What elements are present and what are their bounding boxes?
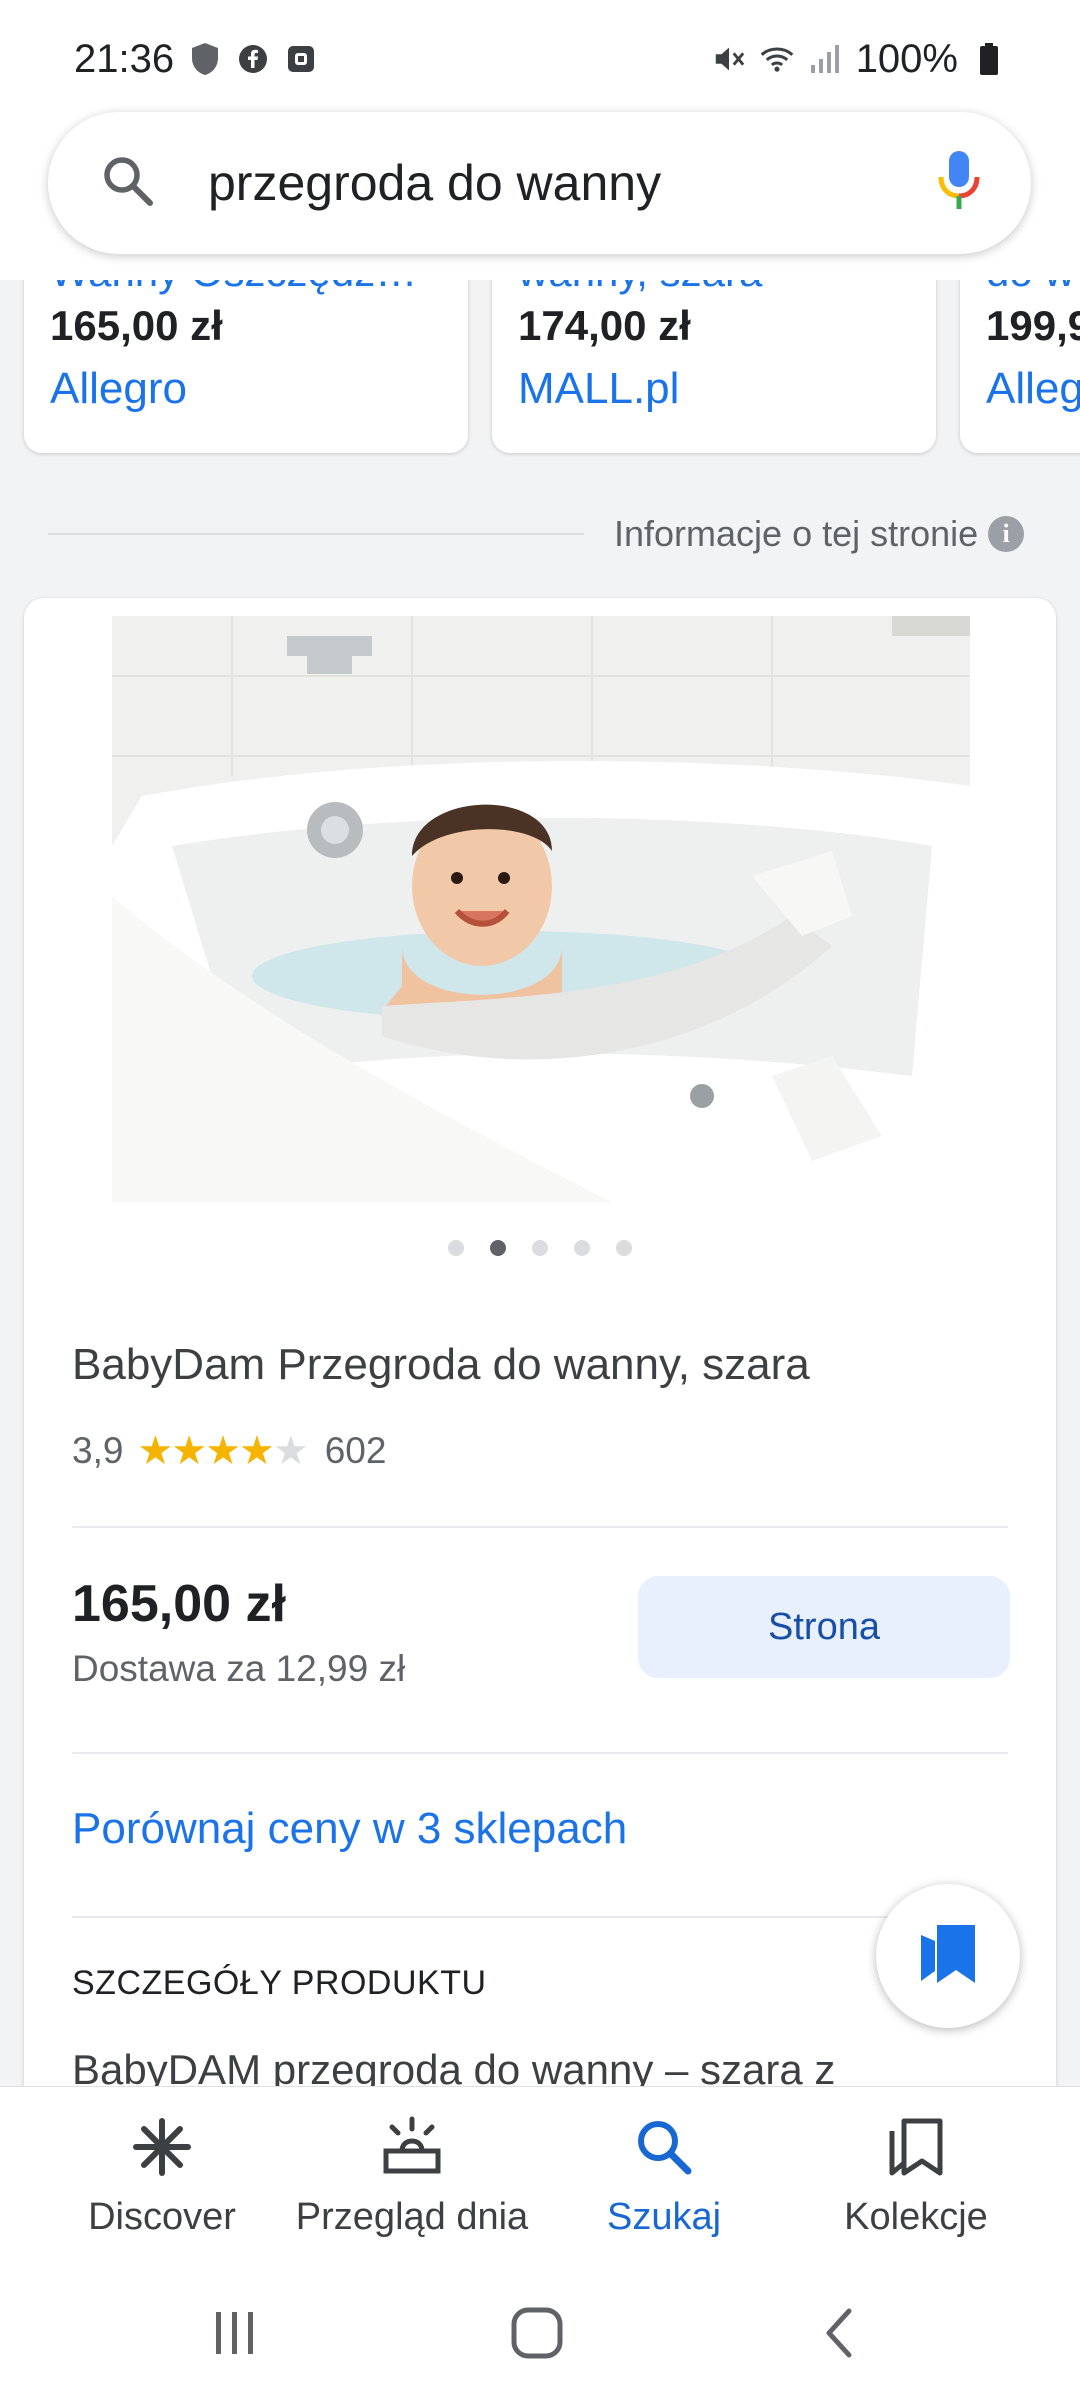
nav-label: Kolekcje [844,2196,988,2238]
product-title[interactable]: BabyDam Przegroda do wanny, szara [72,1340,810,1390]
nav-collections[interactable]: Kolekcje [826,2115,1006,2239]
store-site-button[interactable]: Strona [638,1576,1010,1678]
star-filled-icon: ★ [239,1429,275,1473]
nav-label: Discover [88,2196,236,2238]
star-filled-icon: ★ [171,1429,207,1473]
shop-card[interactable]: Wanny Oszczędz… 165,00 zł Allegro [24,280,468,453]
shop-card-price: 165,00 zł [50,302,223,349]
daily-sunrise-icon [380,2115,444,2184]
pagination-dot[interactable] [532,1240,548,1256]
shop-card[interactable]: do w 199,9 Alleg [960,280,1080,453]
shop-card[interactable]: wanny, szara 174,00 zł MALL.pl [492,280,936,453]
divider [72,1752,1008,1754]
recents-icon [210,2310,260,2361]
rating-row[interactable]: 3,9 ★★★★★ 602 [72,1428,386,1474]
star-empty-icon: ★ [272,1429,309,1473]
mic-icon[interactable] [937,149,981,218]
pagination-dot[interactable] [616,1240,632,1256]
rating-value: 3,9 [72,1430,124,1471]
home-icon [510,2306,564,2365]
add-to-collection-button[interactable] [876,1884,1020,2028]
nav-label: Przegląd dnia [295,2196,529,2238]
pagination-dot[interactable] [574,1240,590,1256]
shop-card-store[interactable]: MALL.pl [518,364,910,414]
bookmarks-icon [884,2115,948,2184]
back-icon [819,2307,859,2364]
shopping-carousel[interactable]: Wanny Oszczędz… 165,00 zł Allegro wanny,… [0,280,1080,460]
nav-discover[interactable]: Discover [72,2115,252,2239]
status-left: 21:36 [74,37,318,82]
search-icon[interactable] [100,153,156,214]
review-count: 602 [324,1430,387,1471]
compare-prices-link[interactable]: Porównaj ceny w 3 sklepach [72,1804,627,1854]
bottom-navigation: Discover Przegląd dnia Szukaj Kolekcje [0,2086,1080,2277]
collections-bookmark-icon [917,1921,979,1992]
shop-card-price: 199,9 [986,302,1080,349]
battery-icon [972,42,1006,76]
wifi-icon [760,42,794,76]
back-button[interactable] [794,2300,884,2370]
star-filled-icon: ★ [137,1429,173,1473]
nav-search[interactable]: Szukaj [574,2115,754,2239]
shipping-cost: Dostawa za 12,99 zł [72,1648,406,1689]
divider [48,533,584,535]
square-app-icon [284,42,318,76]
image-pagination-dots[interactable] [24,1240,1056,1256]
product-price: 165,00 zł [72,1575,286,1633]
search-query[interactable]: przegroda do wanny [208,154,937,212]
search-input[interactable]: przegroda do wanny [48,112,1031,254]
recents-button[interactable] [190,2300,280,2370]
search-icon [632,2115,696,2184]
pagination-dot[interactable] [448,1240,464,1256]
shop-card-store[interactable]: Allegro [50,364,442,414]
nav-label: Szukaj [606,2196,722,2238]
battery-percent: 100% [855,36,958,81]
shop-card-title: Wanny Oszczędz… [50,280,442,296]
page-info-label[interactable]: Informacje o tej stronie [614,513,978,555]
pagination-dot[interactable] [490,1240,506,1256]
product-details-heading: SZCZEGÓŁY PRODUKTU [72,1964,487,2002]
asterisk-icon [130,2115,194,2184]
star-filled-icon: ★ [205,1429,241,1473]
shop-card-price: 174,00 zł [518,302,691,349]
system-navigation-bar [0,2276,1080,2400]
mute-icon [712,42,746,76]
facebook-icon [236,42,270,76]
page-info-row[interactable]: Informacje o tej stronie i [48,506,1034,562]
product-image[interactable] [112,616,970,1202]
info-icon[interactable]: i [988,516,1025,552]
home-button[interactable] [492,2300,582,2370]
divider [72,1526,1008,1528]
shop-card-title: do w [986,280,1080,296]
rating-stars: ★★★★★ [137,1428,309,1474]
divider [72,1916,1008,1918]
status-time: 21:36 [74,36,175,81]
shop-card-store[interactable]: Alleg [986,364,1080,414]
nav-daily-overview[interactable]: Przegląd dnia [272,2115,552,2239]
status-right: 100% [712,37,1006,82]
search-header: przegroda do wanny [0,100,1080,280]
signal-icon [808,42,842,76]
shield-icon [188,42,222,76]
shop-card-title: wanny, szara [518,280,910,296]
